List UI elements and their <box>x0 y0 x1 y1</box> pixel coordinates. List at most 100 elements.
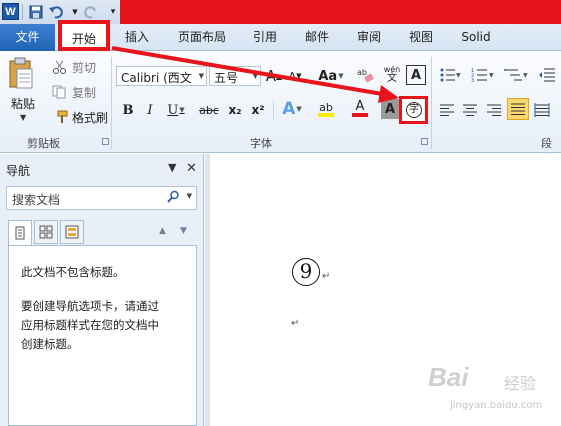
tab-file[interactable]: 文件 <box>0 24 55 51</box>
customize-toolbar-icon[interactable]: ▾ <box>104 3 122 21</box>
strikethrough-button[interactable]: abc <box>196 99 222 121</box>
phonetic-guide-button[interactable]: wén 文 <box>381 63 403 85</box>
align-right-button[interactable] <box>484 99 504 121</box>
tab-insert[interactable]: 插入 <box>118 24 156 51</box>
shrink-font-button[interactable]: A ▼ <box>286 65 304 87</box>
group-separator <box>273 101 274 119</box>
change-case-button[interactable]: Aa ▼ <box>316 65 346 87</box>
highlight-color-button[interactable]: ab <box>310 98 342 120</box>
justify-button[interactable] <box>507 98 529 120</box>
shrink-arrow-icon: ▼ <box>296 72 302 80</box>
numbering-button[interactable]: 1 2 3 ▼ <box>470 64 496 86</box>
tab-review[interactable]: 审阅 <box>350 24 388 51</box>
decrease-indent-button[interactable] <box>536 64 558 86</box>
word-logo-icon[interactable]: W <box>2 3 19 20</box>
nav-hint-line-3: 创建标题。 <box>21 337 79 351</box>
superscript-button[interactable]: x² <box>248 99 268 121</box>
paragraph-mark: ↵ <box>291 318 300 329</box>
undo-icon[interactable] <box>48 3 66 21</box>
word-window: { "qat": { "logo": "W", "save_icon": "sa… <box>0 0 561 426</box>
ribbon-tabs: 文件 开始 插入 页面布局 引用 邮件 审阅 视图 Solid <box>0 20 561 51</box>
multilevel-list-button[interactable]: ▼ <box>503 64 531 86</box>
clipboard-icon[interactable] <box>8 57 34 91</box>
chevron-down-icon: ▼ <box>179 106 185 114</box>
tab-home[interactable]: 开始 <box>58 20 110 51</box>
clipboard-group-label: 剪贴板 <box>27 137 60 150</box>
close-icon[interactable]: ✕ <box>186 161 197 176</box>
format-painter-button[interactable]: 格式刷 <box>52 108 108 126</box>
align-left-button[interactable] <box>437 99 457 121</box>
group-separator <box>111 57 112 149</box>
paste-dropdown-icon[interactable]: ▼ <box>20 113 26 122</box>
nav-pane-menu-icon[interactable]: ▼ <box>168 161 176 174</box>
clear-format-button[interactable]: ab <box>355 64 377 86</box>
underline-button[interactable]: U ▼ <box>163 99 189 121</box>
search-icon[interactable] <box>167 190 180 206</box>
tab-browse-pages[interactable] <box>34 220 58 244</box>
font-launcher-icon[interactable] <box>421 138 428 145</box>
enclose-characters-button[interactable]: 字 <box>399 96 428 124</box>
chevron-down-icon: ▼ <box>296 105 302 113</box>
save-icon[interactable] <box>27 3 45 21</box>
next-heading-icon[interactable]: ▼ <box>180 226 187 236</box>
nav-pane-title: 导航 <box>6 164 31 178</box>
tab-browse-headings[interactable] <box>8 220 32 246</box>
tab-browse-results[interactable] <box>60 220 84 244</box>
chevron-down-icon[interactable]: ▼ <box>187 192 192 200</box>
text-effects-button[interactable]: A ▼ <box>278 98 306 120</box>
svg-text:▼: ▼ <box>523 72 528 79</box>
tab-view[interactable]: 视图 <box>402 24 440 51</box>
align-center-button[interactable] <box>460 99 480 121</box>
ribbon: 粘贴 ▼ 剪切 复制 格式刷 剪贴板 Calibri (西文 ▼ 五号 ▼ A ▲… <box>0 51 561 166</box>
scissors-icon <box>52 60 68 74</box>
enclose-char-icon: 字 <box>406 102 422 118</box>
tab-references[interactable]: 引用 <box>246 24 284 51</box>
baidu-watermark: Bai 经验 jingyan.baidu.com <box>428 362 560 422</box>
font-size-combobox[interactable]: 五号 ▼ <box>209 66 261 86</box>
clipboard-launcher-icon[interactable] <box>102 138 109 145</box>
distributed-button[interactable] <box>532 99 552 121</box>
bold-button[interactable]: B <box>118 99 138 121</box>
watermark-logo: Bai <box>428 362 469 392</box>
character-border-button[interactable]: A <box>406 65 426 85</box>
shrink-font-label: A <box>288 69 297 83</box>
paste-button[interactable]: 粘贴 <box>11 95 35 112</box>
cut-button[interactable]: 剪切 <box>52 58 96 76</box>
brush-icon <box>52 110 68 124</box>
font-size-value: 五号 <box>214 71 239 85</box>
chevron-down-icon: ▼ <box>198 72 204 80</box>
character-shading-button[interactable]: A <box>381 99 399 119</box>
bullets-button[interactable]: ▼ <box>438 64 462 86</box>
subscript-button[interactable]: x₂ <box>225 99 245 121</box>
char-border-label: A <box>410 67 422 83</box>
navigation-pane: 导航 ▼ ✕ 搜索文档 ▼ ▲ ▼ 此文档不包含标题。 要创建导航选项卡，请通过… <box>0 154 204 426</box>
tab-solid[interactable]: Solid <box>454 24 498 51</box>
previous-heading-icon[interactable]: ▲ <box>159 226 166 236</box>
nav-hint-line-2: 应用标题样式在您的文档中 <box>21 318 159 332</box>
svg-text:▼: ▼ <box>456 72 461 79</box>
grow-font-button[interactable]: A ▲ <box>265 65 283 87</box>
font-name-combobox[interactable]: Calibri (西文 ▼ <box>116 66 207 86</box>
svg-text:3: 3 <box>471 78 474 83</box>
copy-button[interactable]: 复制 <box>52 83 96 101</box>
font-color-swatch <box>352 113 368 117</box>
redo-icon[interactable] <box>82 3 100 21</box>
svg-text:▼: ▼ <box>489 72 494 79</box>
chevron-down-icon: ▼ <box>252 72 258 80</box>
underline-label: U <box>167 102 179 118</box>
highlight-swatch <box>318 112 334 117</box>
tab-page-layout[interactable]: 页面布局 <box>170 24 234 51</box>
group-separator <box>431 57 432 149</box>
watermark-url: jingyan.baidu.com <box>450 400 543 411</box>
font-color-button[interactable]: A <box>344 98 376 120</box>
tab-mailings[interactable]: 邮件 <box>298 24 336 51</box>
svg-text:ab: ab <box>357 68 367 77</box>
grow-arrow-icon: ▲ <box>276 71 283 81</box>
nav-search-input[interactable]: 搜索文档 ▼ <box>6 186 197 210</box>
font-group-label: 字体 <box>250 137 272 150</box>
watermark-text: 经验 <box>504 374 537 393</box>
italic-button[interactable]: I <box>140 99 160 121</box>
copy-label: 复制 <box>72 85 97 100</box>
copy-icon <box>52 85 68 99</box>
enclosed-character[interactable]: 9 <box>292 258 320 286</box>
